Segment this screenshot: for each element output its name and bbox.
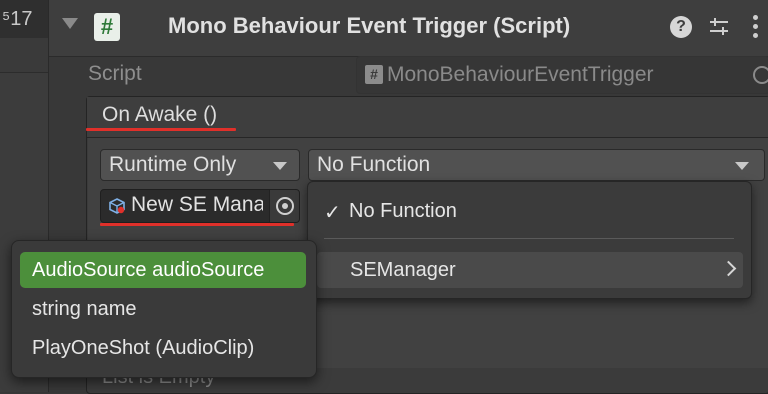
script-value: MonoBehaviourEventTrigger <box>387 63 654 86</box>
menu-item-audiosource[interactable]: AudioSource audioSource <box>20 252 306 288</box>
runtime-mode-dropdown[interactable]: Runtime Only <box>100 149 300 181</box>
function-value: No Function <box>317 153 431 176</box>
menu-separator <box>324 238 734 239</box>
object-picker-icon[interactable] <box>753 66 768 84</box>
more-options-icon[interactable] <box>750 12 760 42</box>
menu-item-no-function[interactable]: No Function <box>349 200 457 223</box>
left-panel-row[interactable] <box>0 38 48 73</box>
menu-item-playoneshot[interactable]: PlayOneShot (AudioClip) <box>20 330 306 366</box>
annotation-underline <box>100 223 294 226</box>
foldout-arrow-icon[interactable] <box>62 18 78 29</box>
menu-item-semanager[interactable]: SEManager <box>317 252 743 288</box>
menu-item-label: SEManager <box>350 259 456 281</box>
menu-item-string-name[interactable]: string name <box>20 291 306 327</box>
object-picker-icon <box>276 197 294 215</box>
chevron-down-icon <box>273 162 287 170</box>
component-title: Mono Behaviour Event Trigger (Script) <box>168 13 571 38</box>
script-icon: # <box>94 13 120 41</box>
menu-item-label: string name <box>32 298 137 320</box>
presets-icon[interactable] <box>706 14 732 40</box>
checkmark-icon: ✓ <box>324 202 341 224</box>
target-object-picker[interactable] <box>269 190 299 222</box>
chevron-down-icon <box>735 162 749 170</box>
function-popup-menu: ✓ No Function SEManager <box>307 181 752 299</box>
event-title: On Awake () <box>102 103 218 126</box>
menu-item-label: AudioSource audioSource <box>32 259 265 281</box>
annotation-underline <box>86 128 236 131</box>
menu-item-label: PlayOneShot (AudioClip) <box>32 337 255 359</box>
function-dropdown[interactable]: No Function <box>308 149 765 181</box>
count-badge: ⁵17 <box>2 8 33 30</box>
target-object-name: New SE Manager <box>131 193 263 216</box>
member-submenu: AudioSource audioSource string name Play… <box>11 240 317 378</box>
script-field[interactable]: # MonoBehaviourEventTrigger <box>356 56 768 94</box>
target-object-field[interactable]: New SE Manager <box>100 189 300 223</box>
script-label: Script <box>88 62 142 85</box>
script-file-icon: # <box>365 65 383 84</box>
help-icon[interactable]: ? <box>670 16 692 38</box>
chevron-right-icon <box>720 260 737 277</box>
prefab-cube-icon <box>109 198 125 214</box>
runtime-mode-value: Runtime Only <box>109 153 237 176</box>
